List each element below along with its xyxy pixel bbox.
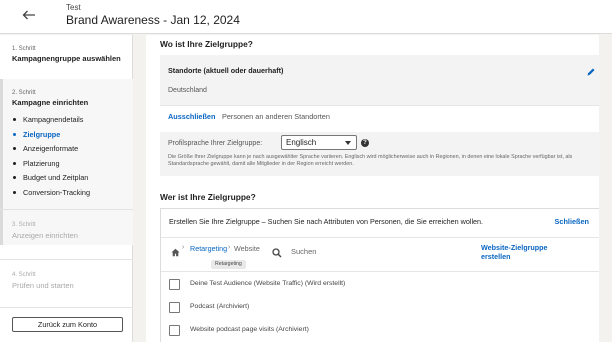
- substep-list: Kampagnendetails Zielgruppe Anzeigenform…: [12, 115, 90, 203]
- step-title: Kampagnengruppe auswählen: [12, 54, 121, 63]
- step-3[interactable]: 3. Schritt Anzeigen einrichten: [0, 210, 133, 260]
- audience-description: Erstellen Sie Ihre Zielgruppe – Suchen S…: [169, 217, 484, 226]
- step-title: Prüfen und starten: [12, 281, 74, 290]
- language-select[interactable]: Englisch: [281, 135, 357, 150]
- language-selected-value: Englisch: [286, 138, 317, 147]
- help-icon[interactable]: ?: [361, 139, 369, 147]
- chevron-right-icon: ›: [228, 244, 231, 251]
- step-2[interactable]: 2. Schritt Kampagne einrichten: [0, 79, 133, 119]
- location-value: Deutschland: [168, 87, 207, 94]
- checkbox[interactable]: [169, 325, 180, 336]
- substep-conversion-tracking[interactable]: Conversion-Tracking: [12, 188, 90, 203]
- step-number: 1. Schritt: [12, 46, 36, 52]
- step-title: Anzeigen einrichten: [12, 231, 78, 240]
- list-item: Website podcast page visits (Archiviert): [169, 325, 589, 339]
- substep-anzeigenformate[interactable]: Anzeigenformate: [12, 144, 90, 159]
- step-title: Kampagne einrichten: [12, 98, 89, 107]
- tooltip: Retargeting: [211, 260, 246, 269]
- step-1[interactable]: 1. Schritt Kampagnengruppe auswählen: [0, 35, 133, 79]
- top-header: Test Brand Awareness - Jan 12, 2024: [0, 0, 612, 34]
- step-number: 2. Schritt: [12, 90, 36, 96]
- divider: [161, 271, 603, 272]
- list-item-label: Website podcast page visits (Archiviert): [190, 326, 309, 333]
- audience-heading: Wer ist Ihre Zielgruppe?: [160, 192, 256, 202]
- chevron-right-icon: ›: [182, 244, 185, 251]
- location-heading: Wo ist Ihre Zielgruppe?: [160, 39, 253, 49]
- audience-builder: Erstellen Sie Ihre Zielgruppe – Suchen S…: [160, 208, 604, 342]
- back-to-account-button[interactable]: Zurück zum Konto: [12, 317, 123, 332]
- substep-zielgruppe[interactable]: Zielgruppe: [12, 130, 90, 145]
- list-item: Podcast (Archiviert): [169, 302, 589, 316]
- step-number: 3. Schritt: [12, 222, 36, 228]
- breadcrumb-retargeting[interactable]: Retargeting: [190, 244, 227, 253]
- language-card: Profilsprache Ihrer Zielgruppe: Englisch…: [160, 132, 604, 176]
- language-label: Profilsprache Ihrer Zielgruppe:: [168, 140, 263, 147]
- exclude-link[interactable]: Ausschließen: [168, 112, 215, 121]
- language-note: Die Größe Ihrer Zielgruppe kann je nach …: [168, 154, 573, 167]
- divider: [160, 105, 604, 106]
- pencil-icon[interactable]: [586, 64, 596, 76]
- divider: [0, 307, 133, 308]
- location-label: Standorte (aktuell oder dauerhaft): [168, 66, 284, 75]
- page-gutter: [599, 35, 612, 342]
- step-number: 4. Schritt: [12, 272, 36, 278]
- search-input[interactable]: [291, 245, 471, 257]
- campaign-group-name: Test: [66, 3, 81, 12]
- back-arrow-icon[interactable]: [18, 6, 40, 24]
- substep-budget-zeitplan[interactable]: Budget und Zeitplan: [12, 173, 90, 188]
- substep-platzierung[interactable]: Platzierung: [12, 159, 90, 174]
- exclude-description: Personen an anderen Standorten: [222, 112, 330, 121]
- location-card: Standorte (aktuell oder dauerhaft) Deuts…: [160, 55, 604, 105]
- checkbox[interactable]: [169, 302, 180, 313]
- checkbox[interactable]: [169, 279, 180, 290]
- step-4[interactable]: 4. Schritt Prüfen und starten: [0, 260, 133, 310]
- sidebar: 1. Schritt Kampagnengruppe auswählen 2. …: [0, 35, 133, 342]
- list-item-label: Deine Test Audience (Website Traffic) (W…: [190, 280, 346, 287]
- substep-kampagnendetails[interactable]: Kampagnendetails: [12, 115, 90, 130]
- page-title: Brand Awareness - Jan 12, 2024: [66, 13, 240, 27]
- create-website-audience-link[interactable]: Website-Zielgruppe erstellen: [481, 243, 561, 261]
- chevron-down-icon: [345, 141, 351, 145]
- breadcrumb-website: Website: [234, 244, 260, 253]
- divider: [161, 237, 603, 238]
- close-button[interactable]: Schließen: [555, 217, 589, 226]
- list-item: Deine Test Audience (Website Traffic) (W…: [169, 279, 589, 293]
- list-item-label: Podcast (Archiviert): [190, 303, 250, 310]
- home-icon[interactable]: [171, 244, 180, 257]
- search-icon[interactable]: [272, 245, 282, 258]
- main-content: Wo ist Ihre Zielgruppe? Standorte (aktue…: [146, 35, 612, 342]
